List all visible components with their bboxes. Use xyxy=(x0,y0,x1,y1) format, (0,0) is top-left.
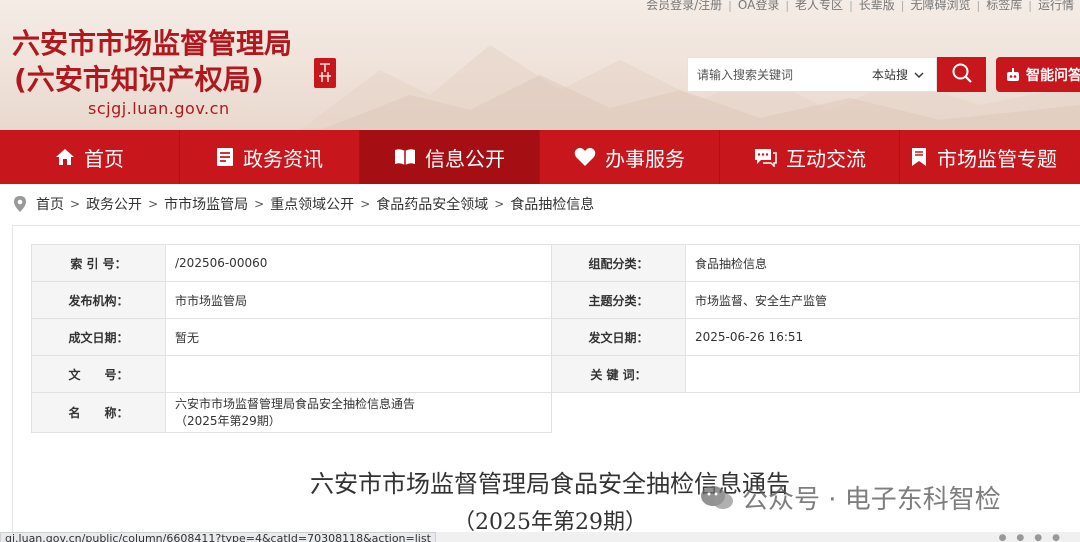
status-indicators: ●●●● xyxy=(998,533,1070,542)
site-subtitle: (六安市知识产权局) xyxy=(14,63,264,96)
nav-item-home[interactable]: 首页 xyxy=(0,130,180,184)
nav-item-label: 首页 xyxy=(84,146,124,171)
keywords-value xyxy=(685,355,1080,393)
breadcrumb-key-areas[interactable]: 重点领域公开 xyxy=(270,194,354,214)
empty-cell xyxy=(552,393,686,433)
search-box: 本站搜 xyxy=(687,57,937,92)
breadcrumb-arrow-icon: > xyxy=(254,197,265,211)
document-name-label: 名 称： xyxy=(31,392,166,433)
site-domain: scjgj.luan.gov.cn xyxy=(88,99,230,118)
status-bar: gj.luan.gov.cn/public/column/6608411?typ… xyxy=(0,532,1080,542)
ai-assistant-label: 智能问答 xyxy=(1026,67,1080,84)
watermark-text: 公众号 · 电子东科智检 xyxy=(742,485,1001,515)
home-icon xyxy=(55,147,75,167)
breadcrumb-food-drug[interactable]: 食品药品安全领域 xyxy=(376,194,488,214)
created-date-label: 成文日期： xyxy=(31,318,166,356)
table-row: 发布机构： 市市场监管局 主题分类： 市场监督、安全生产监管 xyxy=(31,281,1080,319)
category-value: 食品抽检信息 xyxy=(685,244,1080,282)
topic-label: 主题分类： xyxy=(551,281,686,319)
wechat-icon xyxy=(700,484,734,512)
nav-item-info-disclosure[interactable]: 信息公开 xyxy=(360,130,540,184)
index-number-label: 索 引 号： xyxy=(31,244,166,282)
search-button[interactable] xyxy=(937,57,986,92)
watermark: 公众号 · 电子东科智检 xyxy=(700,479,1001,516)
search-input[interactable] xyxy=(688,58,858,91)
document-name-line: 六安市市场监督管理局食品安全抽检信息通告 xyxy=(175,396,416,411)
breadcrumb-bureau[interactable]: 市市场监管局 xyxy=(164,194,248,214)
top-link-login[interactable]: 会员登录/注册 xyxy=(640,0,728,11)
keywords-label: 关 键 词： xyxy=(551,355,686,393)
document-name-value: 六安市市场监督管理局食品安全抽检信息通告 （2025年第29期） xyxy=(165,392,552,433)
document-name-line: （2025年第29期） xyxy=(175,413,281,428)
top-link-elderly[interactable]: 老人专区 xyxy=(789,0,849,11)
nav-item-label: 市场监管专题 xyxy=(937,146,1057,171)
publisher-label: 发布机构： xyxy=(31,281,166,319)
open-book-icon xyxy=(394,148,416,166)
document-icon xyxy=(216,147,234,167)
document-number-label: 文 号： xyxy=(31,355,166,393)
bookmark-icon xyxy=(910,147,928,167)
breadcrumb-arrow-icon: > xyxy=(494,197,505,211)
breadcrumb-gov-affairs[interactable]: 政务公开 xyxy=(86,194,142,214)
ai-assistant-button[interactable]: 智能问答 xyxy=(996,57,1080,92)
breadcrumb-arrow-icon: > xyxy=(148,197,159,211)
heart-icon xyxy=(574,147,596,167)
main-nav: 首页 政务资讯 信息公开 办事服务 互动交流 市场监管专题 xyxy=(0,130,1080,184)
category-label: 组配分类： xyxy=(551,244,686,282)
chat-icon xyxy=(753,147,777,167)
breadcrumb-food-sampling[interactable]: 食品抽检信息 xyxy=(510,194,594,214)
search-icon xyxy=(951,62,973,88)
table-row: 文 号： 关 键 词： xyxy=(31,355,1080,393)
published-date-value: 2025-06-26 16:51 xyxy=(685,318,1080,356)
document-metadata-table: 索 引 号： /202506-00060 组配分类： 食品抽检信息 发布机构： … xyxy=(31,244,1080,433)
nav-item-interaction[interactable]: 互动交流 xyxy=(720,130,900,184)
breadcrumb-arrow-icon: > xyxy=(70,197,81,211)
breadcrumb-home[interactable]: 首页 xyxy=(36,194,64,214)
nav-item-services[interactable]: 办事服务 xyxy=(540,130,720,184)
table-row: 名 称： 六安市市场监督管理局食品安全抽检信息通告 （2025年第29期） xyxy=(31,392,1080,433)
empty-cell xyxy=(686,393,1080,433)
status-url: gj.luan.gov.cn/public/column/6608411?typ… xyxy=(0,532,436,542)
nav-item-label: 办事服务 xyxy=(605,146,685,171)
top-link-accessibility[interactable]: 无障碍浏览 xyxy=(905,0,977,11)
nav-item-market-topics[interactable]: 市场监管专题 xyxy=(900,130,1080,184)
nav-item-label: 信息公开 xyxy=(425,146,505,171)
site-title[interactable]: 六安市市场监督管理局 xyxy=(12,26,292,62)
nav-item-news[interactable]: 政务资讯 xyxy=(180,130,360,184)
document-number-value xyxy=(165,355,552,393)
index-number-value: /202506-00060 xyxy=(165,244,552,282)
location-pin-icon xyxy=(13,195,27,213)
nav-item-label: 互动交流 xyxy=(786,146,866,171)
nav-item-label: 政务资讯 xyxy=(243,146,323,171)
seal-logo xyxy=(314,58,336,88)
breadcrumb: 首页 > 政务公开 > 市市场监管局 > 重点领域公开 > 食品药品安全领域 >… xyxy=(13,193,594,215)
top-link-senior-version[interactable]: 长辈版 xyxy=(853,0,901,11)
search-scope-select[interactable]: 本站搜 xyxy=(872,58,924,91)
top-link-operation[interactable]: 运行情 xyxy=(1032,0,1080,11)
top-link-oa[interactable]: OA登录 xyxy=(732,0,785,11)
topic-value: 市场监督、安全生产监管 xyxy=(685,281,1080,319)
table-row: 成文日期： 暂无 发文日期： 2025-06-26 16:51 xyxy=(31,318,1080,356)
chevron-down-icon xyxy=(914,68,924,82)
created-date-value: 暂无 xyxy=(165,318,552,356)
breadcrumb-arrow-icon: > xyxy=(360,197,371,211)
top-links: 会员登录/注册 | OA登录 | 老人专区 | 长辈版 | 无障碍浏览 | 标签… xyxy=(640,0,1080,14)
table-row: 索 引 号： /202506-00060 组配分类： 食品抽检信息 xyxy=(31,244,1080,282)
published-date-label: 发文日期： xyxy=(551,318,686,356)
search-scope-label: 本站搜 xyxy=(872,68,909,82)
robot-icon xyxy=(1005,67,1021,83)
publisher-value: 市市场监管局 xyxy=(165,281,552,319)
top-link-tags[interactable]: 标签库 xyxy=(980,0,1028,11)
